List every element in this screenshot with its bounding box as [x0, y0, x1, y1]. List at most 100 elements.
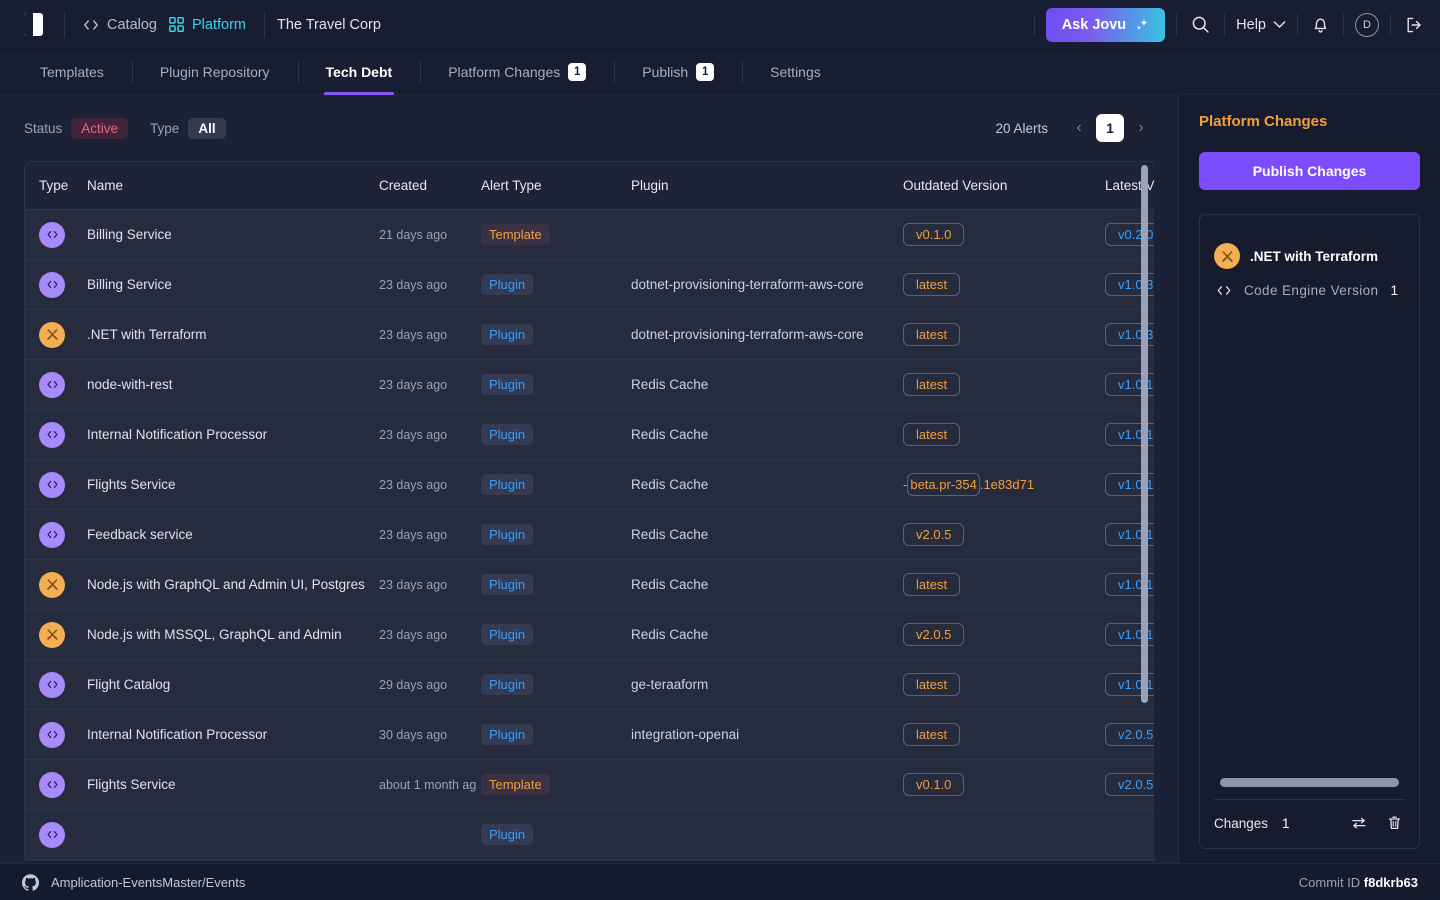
- nav-platform[interactable]: Platform: [163, 13, 252, 37]
- row-name: Flights Service: [87, 776, 176, 792]
- change-card-item[interactable]: Code Engine Version 1: [1214, 283, 1405, 298]
- col-header-type: Type: [39, 178, 69, 193]
- compare-changes-button[interactable]: [1348, 813, 1370, 833]
- page-number[interactable]: 1: [1096, 114, 1124, 142]
- row-plugin: dotnet-provisioning-terraform-aws-core: [631, 276, 864, 292]
- row-name: Billing Service: [87, 276, 172, 292]
- bell-icon: [1312, 16, 1329, 34]
- status-filter-value[interactable]: Active: [71, 117, 129, 139]
- divider: [1033, 13, 1035, 36]
- changes-label: Changes: [1214, 815, 1269, 831]
- app-logo[interactable]: [14, 13, 52, 36]
- latest-version-badge: v2.0.5: [1105, 723, 1154, 746]
- changes-count: 1: [1282, 815, 1290, 831]
- sparkle-icon: [1135, 18, 1149, 32]
- app-root: Catalog Platform The Travel Corp Ask Jov…: [0, 0, 1440, 900]
- table-vertical-scrollbar[interactable]: [1141, 165, 1148, 703]
- table-body: Billing Service 21 days ago Template v0.1.0…: [25, 210, 1154, 860]
- table-row[interactable]: Feedback service 23 days ago Plugin Redis C…: [25, 510, 1154, 560]
- amplication-logo-icon: [23, 13, 43, 36]
- change-card-header[interactable]: .NET with Terraform: [1214, 243, 1405, 269]
- notifications-button[interactable]: [1309, 13, 1332, 37]
- row-plugin: Redis Cache: [631, 626, 709, 642]
- row-name: Flight Catalog: [87, 676, 171, 692]
- chevron-down-icon: [1273, 20, 1286, 29]
- help-menu[interactable]: Help: [1236, 17, 1286, 33]
- row-name: Node.js with MSSQL, GraphQL and Admin: [87, 626, 342, 642]
- table-row[interactable]: Flights Service 23 days ago Plugin Redis Ca…: [25, 460, 1154, 510]
- row-plugin: Redis Cache: [631, 376, 709, 392]
- publish-changes-button[interactable]: Publish Changes: [1199, 152, 1420, 190]
- tab-label: Tech Debt: [325, 64, 393, 80]
- tab-settings[interactable]: Settings: [742, 50, 849, 94]
- ask-jovu-button[interactable]: Ask Jovu: [1045, 7, 1166, 42]
- table-row[interactable]: Billing Service 23 days ago Plugin dotnet-p…: [25, 260, 1154, 310]
- table-row[interactable]: Flights Service about 1 month ag Template v…: [25, 760, 1154, 810]
- commit-id-value: f8dkrb63: [1363, 874, 1418, 890]
- row-created: about 1 month ag: [379, 777, 477, 792]
- trash-icon: [1387, 815, 1402, 831]
- table-row[interactable]: Plugin: [25, 810, 1154, 860]
- row-created: 30 days ago: [379, 727, 448, 742]
- outdated-version-badge: latest: [903, 323, 961, 346]
- type-filter-value[interactable]: All: [188, 117, 226, 139]
- row-name: Internal Notification Processor: [87, 426, 268, 442]
- row-plugin: Redis Cache: [631, 576, 709, 592]
- organization-name: The Travel Corp: [276, 16, 381, 33]
- code-brackets-icon: [39, 721, 65, 748]
- logout-icon: [1405, 16, 1423, 34]
- tab-badge: 1: [696, 63, 715, 81]
- panel-horizontal-scrollbar[interactable]: [1220, 778, 1399, 787]
- code-brackets-icon: [39, 421, 65, 448]
- template-icon: [39, 621, 65, 648]
- avatar[interactable]: D: [1355, 12, 1379, 37]
- row-name: .NET with Terraform: [87, 326, 207, 342]
- tech-debt-table: Type Name Created Alert Type Plugin Outd…: [24, 161, 1154, 861]
- alerts-count: 20 Alerts: [995, 120, 1048, 136]
- status-bar: Amplication-EventsMaster/Events Commit I…: [0, 863, 1440, 900]
- status-filter-label: Status: [24, 120, 63, 136]
- prev-page-button[interactable]: ‹: [1066, 115, 1092, 141]
- alert-type-badge: Plugin: [481, 574, 534, 595]
- search-button[interactable]: [1188, 12, 1213, 37]
- alert-type-badge: Plugin: [481, 674, 534, 695]
- row-name: Billing Service: [87, 226, 172, 242]
- tab-tech-debt[interactable]: Tech Debt: [297, 50, 421, 95]
- row-plugin: Redis Cache: [631, 426, 709, 442]
- row-created: 23 days ago: [379, 577, 448, 592]
- tab-templates[interactable]: Templates: [12, 50, 132, 94]
- nav-catalog[interactable]: Catalog: [77, 13, 163, 37]
- tab-publish[interactable]: Publish 1: [614, 50, 742, 94]
- table-row[interactable]: Node.js with GraphQL and Admin UI, Postg…: [25, 560, 1154, 610]
- divider: [1224, 13, 1226, 36]
- row-created: 21 days ago: [379, 227, 448, 242]
- table-row[interactable]: Node.js with MSSQL, GraphQL and Admin 23 …: [25, 610, 1154, 660]
- logout-button[interactable]: [1402, 13, 1426, 37]
- tab-badge: 1: [568, 63, 587, 81]
- next-page-button[interactable]: ›: [1128, 115, 1154, 141]
- table-row[interactable]: Flight Catalog 29 days ago Plugin ge-teraaf…: [25, 660, 1154, 710]
- latest-version-badge: v2.0.5: [1105, 773, 1154, 796]
- grid-icon: [169, 17, 184, 32]
- code-engine-version-label: Code Engine Version: [1244, 283, 1379, 298]
- row-name: node-with-rest: [87, 376, 173, 392]
- repository-path[interactable]: Amplication-EventsMaster/Events: [51, 875, 245, 890]
- template-icon: [39, 571, 65, 598]
- top-bar: Catalog Platform The Travel Corp Ask Jov…: [0, 0, 1440, 50]
- delete-changes-button[interactable]: [1384, 812, 1405, 834]
- code-brackets-icon: [39, 771, 65, 798]
- table-row[interactable]: .NET with Terraform 23 days ago Plugin dotn…: [25, 310, 1154, 360]
- col-header-created: Created: [379, 178, 428, 193]
- table-row[interactable]: Internal Notification Processor 30 days a…: [25, 710, 1154, 760]
- table-row[interactable]: Internal Notification Processor 23 days a…: [25, 410, 1154, 460]
- alert-type-badge: Plugin: [481, 624, 534, 645]
- type-filter-label: Type: [150, 120, 180, 136]
- table-row[interactable]: node-with-rest 23 days ago Plugin Redis Cac…: [25, 360, 1154, 410]
- tab-plugin-repository[interactable]: Plugin Repository: [131, 50, 298, 94]
- code-brackets-icon: [39, 371, 65, 398]
- type-filter: Type All: [150, 117, 226, 139]
- table-row[interactable]: Billing Service 21 days ago Template v0.1.0…: [25, 210, 1154, 260]
- row-name: Internal Notification Processor: [87, 726, 268, 742]
- row-plugin: integration-openai: [631, 726, 740, 742]
- tab-platform-changes[interactable]: Platform Changes 1: [420, 50, 614, 94]
